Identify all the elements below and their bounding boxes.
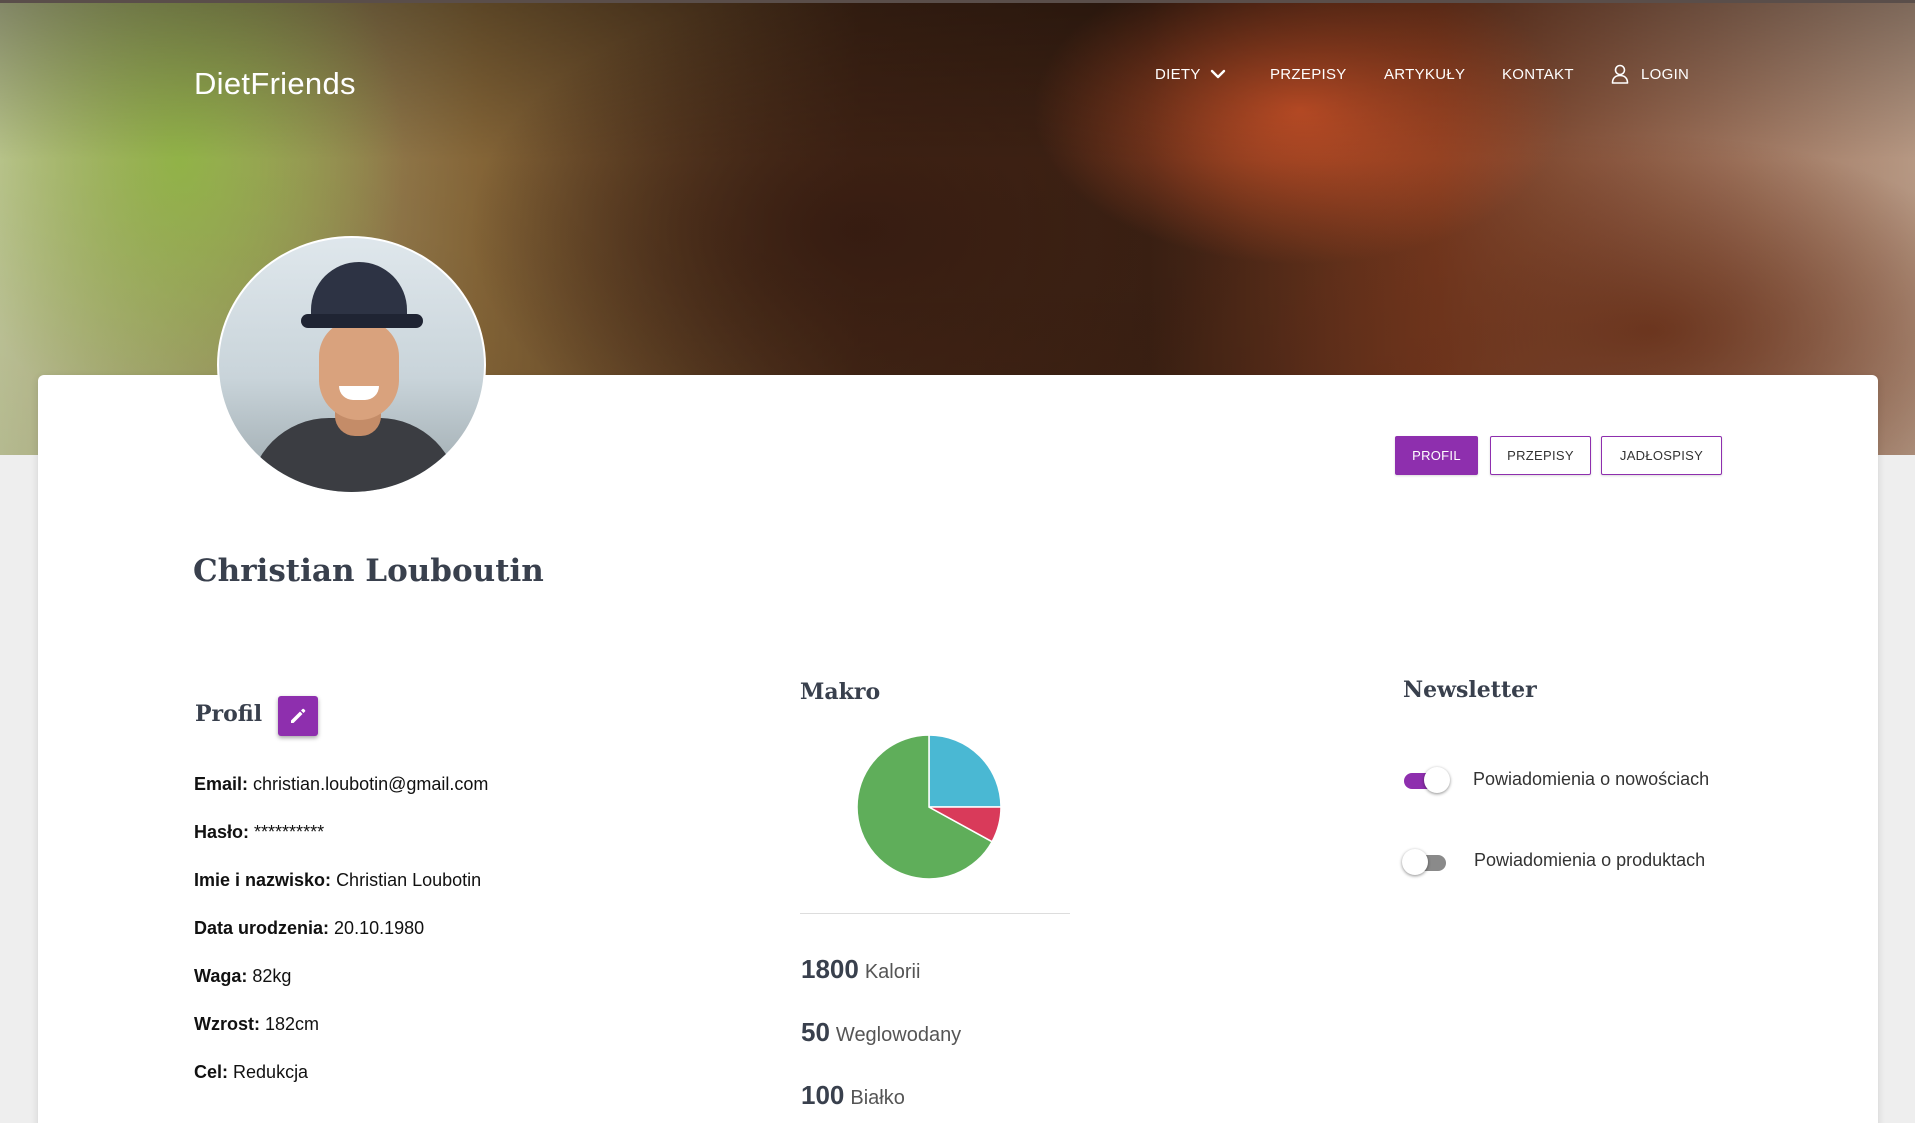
stat-unit: Białko: [850, 1087, 905, 1109]
nav-login-label: LOGIN: [1641, 65, 1690, 83]
toggle-product-notifications[interactable]: [1402, 849, 1448, 875]
stat-carbs: 50 Weglowodany: [801, 1017, 961, 1048]
profile-row-value: **********: [254, 822, 325, 842]
profile-row-label: Hasło:: [194, 822, 250, 842]
toggle-news-notifications[interactable]: [1402, 767, 1450, 793]
nav-diety-label: DIETY: [1155, 65, 1201, 83]
profile-row-weight: Waga: 82kg: [194, 966, 291, 987]
profile-row-birthdate: Data urodzenia: 20.10.1980: [194, 918, 424, 939]
nav-przepisy[interactable]: PRZEPISY: [1270, 66, 1347, 83]
brand-logo[interactable]: DietFriends: [194, 66, 356, 102]
user-name: Christian Louboutin: [193, 553, 544, 589]
stat-protein: 100 Białko: [801, 1080, 905, 1111]
profile-row-label: Cel:: [194, 1062, 229, 1082]
profile-row-value: 182cm: [265, 1014, 320, 1034]
stat-unit: Kalorii: [864, 961, 921, 983]
edit-profile-button[interactable]: [278, 696, 318, 736]
profile-row-label: Waga:: [194, 966, 248, 986]
toggle-news-label: Powiadomienia o nowościach: [1473, 769, 1710, 789]
profile-row-value: 82kg: [252, 966, 292, 986]
profile-row-value: 20.10.1980: [334, 918, 425, 938]
nav-kontakt[interactable]: KONTAKT: [1502, 66, 1574, 83]
nav-diety[interactable]: DIETY: [1155, 66, 1226, 83]
tab-przepisy[interactable]: PRZEPISY: [1490, 436, 1591, 475]
profile-row-goal: Cel: Redukcja: [194, 1062, 308, 1083]
profile-row-value: Redukcja: [233, 1062, 309, 1082]
profile-row-email: Email: christian.loubotin@gmail.com: [194, 774, 488, 795]
profile-row-fullname: Imie i nazwisko: Christian Loubotin: [194, 870, 481, 891]
tab-profil[interactable]: PROFIL: [1395, 436, 1478, 475]
profile-section-title: Profil: [195, 701, 263, 727]
profile-row-label: Imie i nazwisko:: [194, 870, 332, 890]
profile-row-label: Data urodzenia:: [194, 918, 330, 938]
stat-value: 100: [801, 1080, 845, 1110]
top-border: [0, 0, 1915, 3]
nav-artykuly[interactable]: ARTYKUŁY: [1384, 66, 1465, 83]
profile-row-value: christian.loubotin@gmail.com: [253, 774, 489, 794]
toggle-product-label: Powiadomienia o produktach: [1474, 850, 1706, 870]
stat-calories: 1800 Kalorii: [801, 954, 920, 985]
avatar: [217, 236, 486, 494]
newsletter-section-title: Newsletter: [1403, 677, 1537, 703]
profile-row-label: Wzrost:: [194, 1014, 260, 1034]
pie-slice-0: [928, 734, 1002, 808]
chevron-down-icon: [1210, 69, 1225, 79]
stat-value: 50: [801, 1017, 830, 1047]
profile-row-label: Email:: [194, 774, 249, 794]
divider: [800, 913, 1070, 914]
tab-jadlospisy[interactable]: JADŁOSPISY: [1601, 436, 1722, 475]
profile-row-value: Christian Loubotin: [336, 870, 482, 890]
profile-row-height: Wzrost: 182cm: [194, 1014, 319, 1035]
macro-pie-chart: [856, 734, 1002, 880]
stat-unit: Weglowodany: [835, 1024, 962, 1046]
profile-row-password: Hasło: **********: [194, 822, 324, 843]
nav-login[interactable]: LOGIN: [1611, 64, 1689, 84]
makro-section-title: Makro: [800, 679, 881, 705]
stat-value: 1800: [801, 954, 859, 984]
user-icon: [1611, 64, 1629, 84]
pencil-icon: [291, 708, 306, 723]
